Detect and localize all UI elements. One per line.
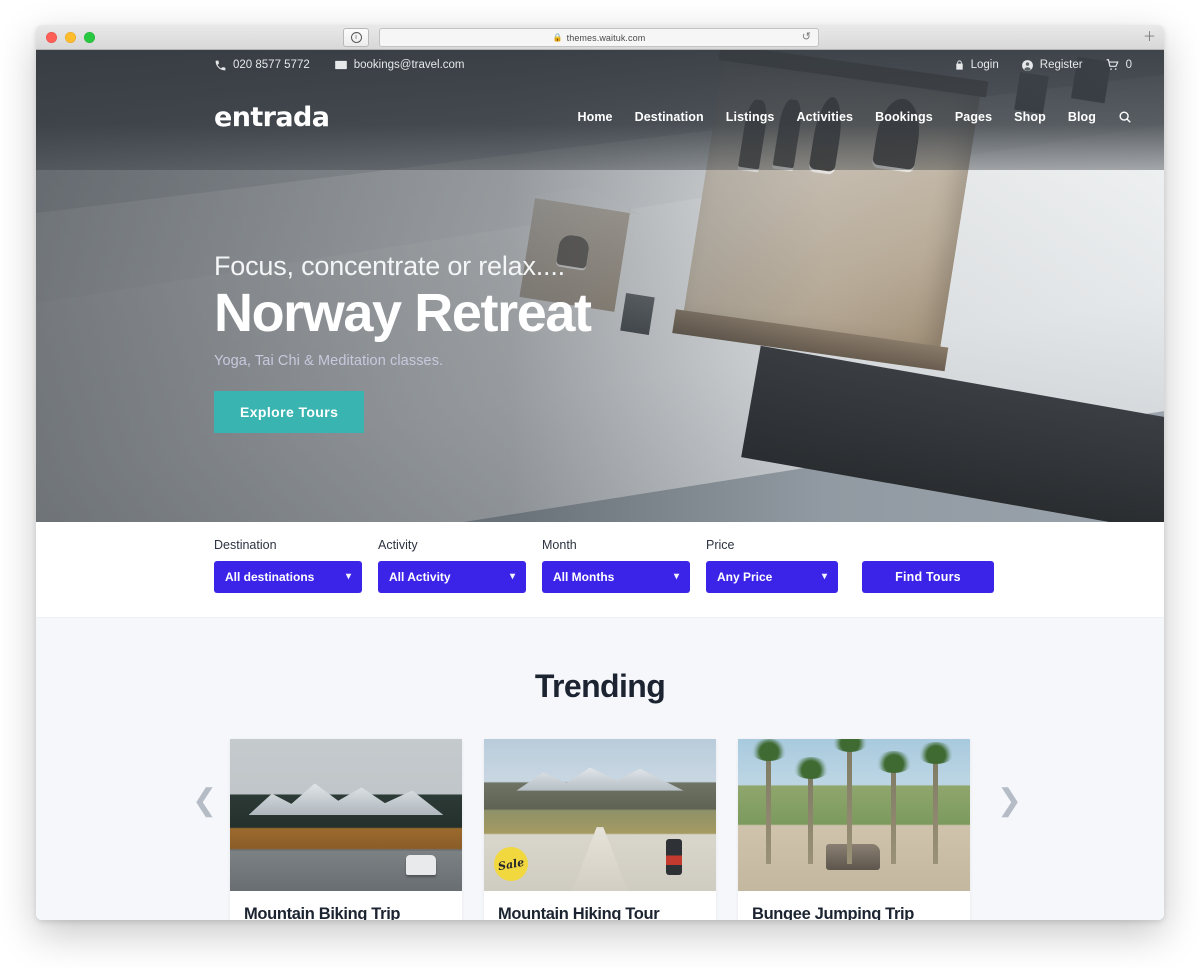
sale-badge: Sale (491, 844, 531, 884)
browser-window: i 🔒 themes.waituk.com ↺ ＋ 020 8577 5772 … (36, 25, 1164, 920)
email-address: bookings@travel.com (353, 59, 465, 71)
browser-toolbar: i 🔒 themes.waituk.com ↺ ＋ (36, 25, 1164, 50)
price-value: Any Price (717, 570, 773, 584)
tour-card[interactable]: Sale Mountain Hiking Tour Hiking Trips, … (484, 739, 716, 920)
address-bar[interactable]: 🔒 themes.waituk.com ↺ (379, 28, 819, 47)
find-tours-button[interactable]: Find Tours (862, 561, 994, 593)
email-link[interactable]: bookings@travel.com (334, 58, 465, 72)
user-icon (1021, 59, 1034, 72)
price-select[interactable]: Any Price ▾ (706, 561, 838, 593)
explore-tours-button[interactable]: Explore Tours (214, 390, 365, 433)
hero-content: Focus, concentrate or relax.... Norway R… (214, 250, 592, 433)
register-link[interactable]: Register (1021, 59, 1083, 72)
close-window-button[interactable] (46, 31, 57, 43)
price-field: Price Any Price ▾ (706, 538, 838, 593)
login-link[interactable]: Login (954, 59, 999, 71)
nav-item-destination[interactable]: Destination (635, 110, 704, 124)
nav-item-activities[interactable]: Activities (796, 110, 853, 124)
tour-card-title: Bungee Jumping Trip (752, 905, 915, 920)
chevron-down-icon: ▾ (821, 571, 827, 582)
nav-menu: Home Destination Listings Activities Boo… (577, 110, 1132, 124)
site-settings-button[interactable]: i (343, 28, 369, 47)
phone-link[interactable]: 020 8577 5772 (214, 59, 310, 72)
phone-number: 020 8577 5772 (233, 59, 310, 71)
chevron-down-icon: ▾ (509, 571, 515, 582)
url-text: themes.waituk.com (566, 32, 646, 43)
activity-field: Activity All Activity ▾ (378, 538, 526, 593)
tour-card-title: Mountain Biking Trip (244, 905, 401, 920)
chevron-left-icon[interactable]: ❮ (192, 786, 217, 816)
tour-card[interactable]: Bungee Jumping Trip Bungee Jump, Cycling… (738, 739, 970, 920)
desktop-background: i 🔒 themes.waituk.com ↺ ＋ 020 8577 5772 … (0, 0, 1200, 969)
month-select[interactable]: All Months ▾ (542, 561, 690, 593)
envelope-icon (334, 58, 348, 72)
month-field: Month All Months ▾ (542, 538, 690, 593)
hero-subtitle: Yoga, Tai Chi & Meditation classes. (214, 352, 444, 369)
hero-section: 020 8577 5772 bookings@travel.com Login … (36, 50, 1164, 522)
main-navigation: entrada Home Destination Listings Activi… (36, 80, 1164, 154)
site-logo[interactable]: entrada (214, 102, 330, 133)
new-tab-button[interactable]: ＋ (1143, 30, 1156, 43)
month-value: All Months (553, 570, 615, 584)
tour-card[interactable]: Mountain Biking Trip Desert, Safari, Scu… (230, 739, 462, 920)
window-controls[interactable] (46, 31, 95, 43)
minimize-window-button[interactable] (65, 31, 76, 43)
tour-search-filters: Destination All destinations ▾ Activity … (36, 522, 1164, 618)
utility-bar: 020 8577 5772 bookings@travel.com Login … (36, 50, 1164, 80)
tour-card-title: Mountain Hiking Tour (498, 905, 660, 920)
cart-icon (1105, 58, 1120, 72)
reload-icon[interactable]: ↺ (802, 32, 811, 43)
destination-label: Destination (214, 538, 277, 552)
price-label: Price (706, 538, 735, 552)
activity-label: Activity (378, 538, 418, 552)
chevron-right-icon[interactable]: ❯ (997, 786, 1022, 816)
nav-item-bookings[interactable]: Bookings (875, 110, 933, 124)
trending-cards: Mountain Biking Trip Desert, Safari, Scu… (36, 739, 1164, 920)
destination-value: All destinations (225, 570, 315, 584)
lock-icon (954, 59, 965, 71)
maximize-window-button[interactable] (84, 31, 95, 43)
activity-select[interactable]: All Activity ▾ (378, 561, 526, 593)
nav-item-blog[interactable]: Blog (1068, 110, 1096, 124)
page-viewport: 020 8577 5772 bookings@travel.com Login … (36, 50, 1164, 920)
cart-count: 0 (1125, 59, 1132, 71)
tour-card-image (230, 739, 462, 891)
register-label: Register (1039, 59, 1083, 71)
chevron-down-icon: ▾ (345, 571, 351, 582)
hero-title: Norway Retreat (214, 283, 592, 344)
cart-link[interactable]: 0 (1105, 58, 1132, 72)
tour-card-image: Sale (484, 739, 716, 891)
activity-value: All Activity (389, 570, 451, 584)
info-icon: i (350, 32, 362, 43)
chevron-down-icon: ▾ (673, 571, 679, 582)
destination-select[interactable]: All destinations ▾ (214, 561, 362, 593)
login-label: Login (970, 59, 999, 71)
search-icon[interactable] (1118, 110, 1132, 124)
phone-icon (214, 59, 227, 72)
trending-section: Trending ❮ ❯ Mountain Biking Trip Dese (36, 618, 1164, 920)
nav-item-shop[interactable]: Shop (1014, 110, 1046, 124)
nav-item-home[interactable]: Home (577, 110, 612, 124)
lock-icon: 🔒 (552, 32, 563, 42)
nav-item-pages[interactable]: Pages (955, 110, 992, 124)
nav-item-listings[interactable]: Listings (726, 110, 775, 124)
destination-field: Destination All destinations ▾ (214, 538, 362, 593)
hero-kicker: Focus, concentrate or relax.... (214, 251, 565, 281)
month-label: Month (542, 538, 577, 552)
tour-card-image (738, 739, 970, 891)
trending-heading: Trending (534, 668, 666, 704)
